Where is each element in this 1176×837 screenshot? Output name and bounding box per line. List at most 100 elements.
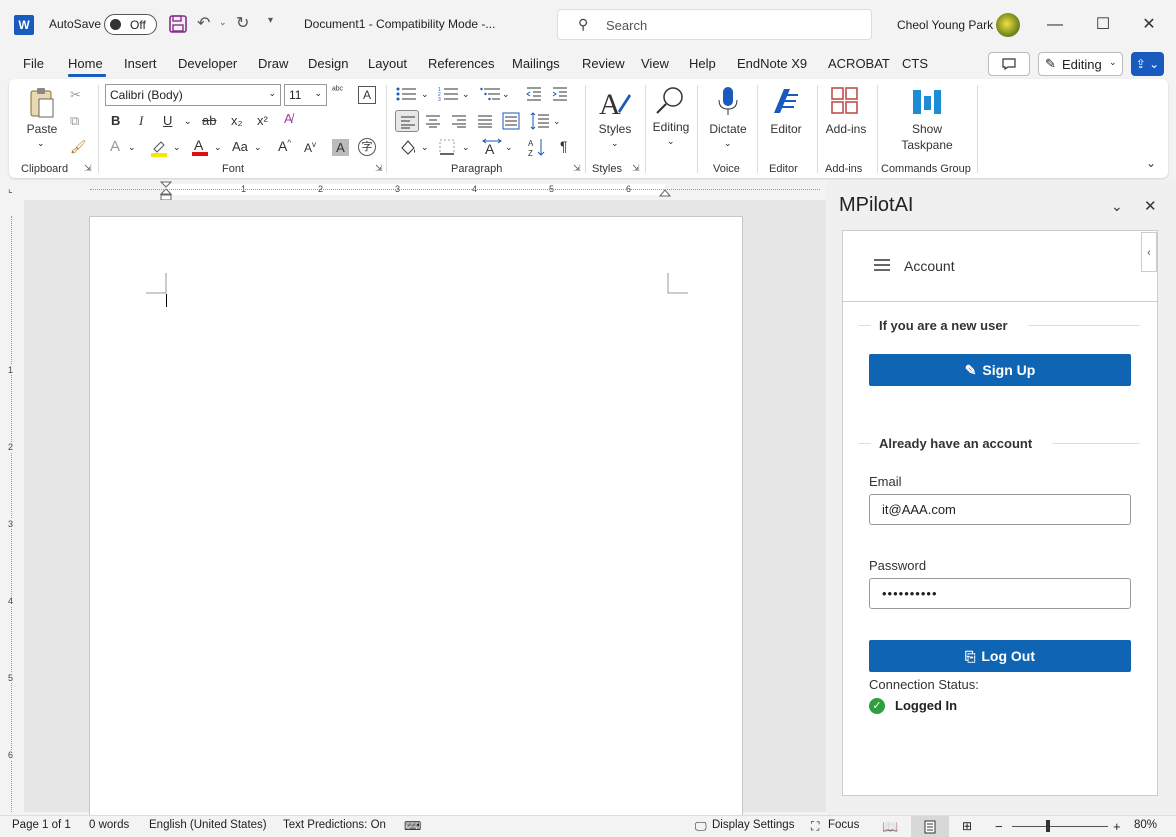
menu-layout[interactable]: Layout bbox=[368, 56, 407, 71]
avatar[interactable] bbox=[996, 13, 1020, 37]
paragraph-launcher-icon[interactable]: ⇲ bbox=[573, 163, 581, 174]
chevron-down-icon[interactable]: ⌄ bbox=[462, 89, 470, 100]
zoom-out-icon[interactable]: − bbox=[995, 819, 1003, 834]
strikethrough-button[interactable]: ab bbox=[202, 113, 216, 128]
multilevel-list-icon[interactable] bbox=[480, 86, 502, 105]
line-spacing-icon[interactable] bbox=[530, 112, 550, 133]
zoom-level[interactable]: 80% bbox=[1134, 819, 1157, 831]
search-box[interactable]: ⚲ Search bbox=[557, 9, 872, 40]
minimize-icon[interactable]: — bbox=[1040, 10, 1070, 40]
close-icon[interactable]: ✕ bbox=[1134, 10, 1164, 40]
text-effects-icon[interactable]: A bbox=[110, 138, 120, 155]
chevron-down-icon[interactable]: ⌄ bbox=[254, 142, 262, 153]
chevron-down-icon[interactable]: ⌄ bbox=[553, 116, 561, 127]
editor-icon[interactable] bbox=[770, 85, 802, 120]
microphone-icon[interactable] bbox=[716, 86, 740, 121]
shrink-font-icon[interactable]: Av bbox=[304, 140, 316, 155]
accessibility-icon[interactable]: ⌨ bbox=[404, 819, 421, 833]
justify-button[interactable] bbox=[477, 114, 493, 131]
character-shading-icon[interactable]: A bbox=[332, 139, 349, 156]
sort-icon[interactable]: AZ bbox=[527, 137, 547, 160]
grow-font-icon[interactable]: A^ bbox=[278, 138, 291, 154]
chevron-down-icon[interactable]: ⌄ bbox=[421, 89, 429, 100]
show-taskpane-label-1[interactable]: Show bbox=[895, 122, 959, 136]
zoom-slider-thumb[interactable] bbox=[1046, 820, 1050, 832]
password-field[interactable]: •••••••••• bbox=[869, 578, 1131, 609]
tab-selector-icon[interactable]: ⌞ bbox=[8, 184, 13, 195]
undo-icon[interactable]: ↶ bbox=[197, 13, 210, 33]
page-count[interactable]: Page 1 of 1 bbox=[12, 819, 71, 831]
align-left-button[interactable] bbox=[395, 110, 419, 132]
menu-file[interactable]: File bbox=[23, 56, 44, 71]
copy-icon[interactable]: ⧉ bbox=[70, 113, 79, 129]
decrease-indent-icon[interactable] bbox=[525, 86, 543, 105]
clear-formatting-icon[interactable]: A̸ bbox=[284, 111, 293, 126]
save-icon[interactable] bbox=[169, 15, 187, 38]
web-layout-icon[interactable]: ⊞ bbox=[962, 819, 972, 833]
highlight-icon[interactable] bbox=[150, 139, 168, 157]
clipboard-launcher-icon[interactable]: ⇲ bbox=[84, 163, 92, 174]
enclose-characters-icon[interactable]: 字 bbox=[358, 138, 376, 156]
format-painter-icon[interactable]: 🖌 bbox=[70, 139, 87, 155]
font-launcher-icon[interactable]: ⇲ bbox=[375, 163, 383, 174]
paste-label[interactable]: Paste bbox=[24, 122, 60, 136]
email-field[interactable]: it@AAA.com bbox=[869, 494, 1131, 525]
share-button[interactable]: ⇪ ⌄ bbox=[1131, 52, 1164, 76]
align-right-button[interactable] bbox=[451, 114, 467, 131]
menu-developer[interactable]: Developer bbox=[178, 56, 237, 71]
add-ins-label[interactable]: Add-ins bbox=[820, 122, 872, 136]
chevron-down-icon[interactable]: ⌄ bbox=[421, 142, 429, 153]
zoom-in-icon[interactable]: + bbox=[1113, 819, 1121, 834]
language-status[interactable]: English (United States) bbox=[149, 819, 267, 831]
subscript-button[interactable]: x₂ bbox=[231, 113, 243, 128]
menu-insert[interactable]: Insert bbox=[124, 56, 157, 71]
document-page[interactable] bbox=[89, 216, 743, 816]
chevron-down-icon[interactable]: ⌄ bbox=[173, 142, 181, 153]
pane-options-chevron-icon[interactable]: ⌄ bbox=[1111, 198, 1123, 215]
font-size-dropdown[interactable]: 11 ⌄ bbox=[284, 84, 327, 106]
add-ins-icon[interactable] bbox=[831, 87, 859, 118]
menu-view[interactable]: View bbox=[641, 56, 669, 71]
editing-mode-button[interactable]: ✎ Editing ⌄ bbox=[1038, 52, 1123, 76]
text-predictions-status[interactable]: Text Predictions: On bbox=[283, 819, 386, 831]
log-out-button[interactable]: ⎘ Log Out bbox=[869, 640, 1131, 672]
menu-draw[interactable]: Draw bbox=[258, 56, 288, 71]
paste-dropdown-icon[interactable]: ⌄ bbox=[37, 138, 45, 149]
superscript-button[interactable]: x² bbox=[257, 113, 268, 128]
menu-acrobat[interactable]: ACROBAT bbox=[828, 56, 890, 71]
focus-icon[interactable]: ⛶ bbox=[811, 819, 819, 834]
italic-button[interactable]: I bbox=[139, 113, 143, 129]
zoom-slider[interactable] bbox=[1012, 826, 1108, 827]
font-color-icon[interactable]: A bbox=[191, 137, 209, 157]
editing-label[interactable]: Editing bbox=[649, 120, 693, 134]
cut-icon[interactable]: ✂ bbox=[70, 87, 81, 103]
menu-mailings[interactable]: Mailings bbox=[512, 56, 560, 71]
chevron-down-icon[interactable]: ⌄ bbox=[214, 142, 222, 153]
chevron-down-icon[interactable]: ⌄ bbox=[667, 136, 675, 147]
read-mode-icon[interactable]: 📖 bbox=[882, 819, 898, 835]
menu-references[interactable]: References bbox=[428, 56, 494, 71]
borders-icon[interactable] bbox=[438, 138, 456, 159]
menu-help[interactable]: Help bbox=[689, 56, 716, 71]
styles-launcher-icon[interactable]: ⇲ bbox=[632, 163, 640, 174]
chevron-down-icon[interactable]: ⌄ bbox=[462, 142, 470, 153]
chevron-down-icon[interactable]: ⌄ bbox=[502, 89, 510, 100]
maximize-icon[interactable]: ☐ bbox=[1088, 10, 1118, 40]
chevron-down-icon[interactable]: ⌄ bbox=[128, 142, 136, 153]
align-center-button[interactable] bbox=[425, 114, 441, 131]
menu-endnote[interactable]: EndNote X9 bbox=[737, 56, 807, 71]
bold-button[interactable]: B bbox=[111, 113, 120, 128]
increase-indent-icon[interactable] bbox=[551, 86, 569, 105]
show-taskpane-icon[interactable] bbox=[911, 86, 943, 121]
user-name[interactable]: Cheol Young Park bbox=[897, 18, 993, 32]
chevron-down-icon[interactable]: ⌄ bbox=[505, 142, 513, 153]
styles-icon[interactable]: A bbox=[598, 86, 632, 123]
menu-design[interactable]: Design bbox=[308, 56, 348, 71]
autosave-toggle[interactable]: Off bbox=[104, 14, 157, 35]
distributed-icon[interactable] bbox=[502, 112, 520, 133]
bullets-icon[interactable] bbox=[396, 86, 418, 105]
clear-format-box-icon[interactable]: A bbox=[358, 86, 376, 104]
menu-review[interactable]: Review bbox=[582, 56, 625, 71]
menu-home[interactable]: Home bbox=[68, 56, 103, 71]
display-settings-icon[interactable]: 🖵 bbox=[695, 819, 707, 834]
